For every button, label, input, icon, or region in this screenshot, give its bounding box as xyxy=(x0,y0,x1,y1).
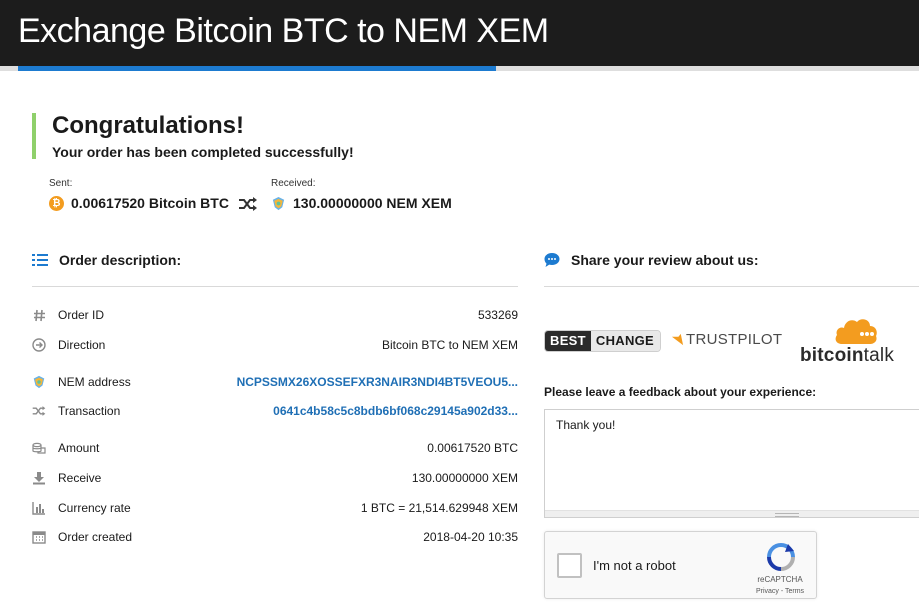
order-row-transaction: Transaction 0641c4b58c5c8bdb6bf068c29145… xyxy=(32,401,518,421)
direction-arrow-icon xyxy=(32,338,46,352)
order-description-title: Order description: xyxy=(59,252,182,268)
receive-value: 130.00000000 XEM xyxy=(411,471,518,485)
order-row-direction: Direction Bitcoin BTC to NEM XEM xyxy=(32,335,518,355)
sent-block: Sent: ₿ 0.00617520 Bitcoin BTC xyxy=(49,178,229,211)
success-subtitle: Your order has been completed successful… xyxy=(52,144,354,160)
recaptcha-privacy-terms-link[interactable]: Privacy - Terms xyxy=(743,588,817,595)
textarea-resize-handle[interactable] xyxy=(545,510,919,517)
order-created-value: 2018-04-20 10:35 xyxy=(423,530,518,544)
header-progress-accent xyxy=(18,66,496,71)
recaptcha-checkbox[interactable] xyxy=(557,553,582,578)
nem-icon xyxy=(271,196,286,211)
sent-label: Sent: xyxy=(49,178,73,189)
order-row-id: Order ID 533269 xyxy=(32,305,518,325)
exchange-arrows-icon xyxy=(239,197,257,211)
bitcointalk-cloud-icon xyxy=(835,319,877,344)
page-title: Exchange Bitcoin BTC to NEM XEM xyxy=(18,12,549,50)
trustpilot-star-icon xyxy=(671,333,684,346)
list-icon xyxy=(32,254,48,266)
sent-value: 0.00617520 Bitcoin BTC xyxy=(71,195,229,211)
review-heading: Share your review about us: xyxy=(544,252,759,268)
received-label: Received: xyxy=(271,178,316,189)
success-message: Congratulations! Your order has been com… xyxy=(32,112,354,160)
recaptcha-label: I'm not a robot xyxy=(593,558,676,573)
recaptcha-brand: reCAPTCHA xyxy=(757,575,803,584)
chat-bubble-icon xyxy=(544,253,560,267)
feedback-textarea[interactable]: Thank you! xyxy=(544,409,919,518)
shuffle-icon xyxy=(32,404,46,418)
order-row-created: Order created 2018-04-20 10:35 xyxy=(32,527,518,547)
order-row-receive: Receive 130.00000000 XEM xyxy=(32,468,518,488)
received-block: Received: 130.00000000 NEM XEM xyxy=(271,178,452,211)
recaptcha-logo-icon xyxy=(767,543,795,571)
calendar-icon xyxy=(32,530,46,544)
currency-rate-value: 1 BTC = 21,514.629948 XEM xyxy=(360,501,518,515)
recaptcha-widget: I'm not a robot reCAPTCHA Privacy - Term… xyxy=(544,531,817,599)
transaction-link[interactable]: 0641c4b58c5c8bdb6bf068c29145a902d33... xyxy=(273,404,518,418)
order-divider xyxy=(32,286,518,287)
coins-icon xyxy=(32,441,46,455)
received-value: 130.00000000 NEM XEM xyxy=(293,195,452,211)
hash-icon xyxy=(32,308,46,322)
trustpilot-logo-link[interactable]: TRUSTPILOT xyxy=(671,331,782,348)
review-title: Share your review about us: xyxy=(571,252,759,268)
bestchange-logo-link[interactable]: BEST CHANGE xyxy=(544,330,662,352)
order-row-amount: Amount 0.00617520 BTC xyxy=(32,438,518,458)
nem-icon xyxy=(32,375,46,389)
bar-chart-icon xyxy=(32,501,46,515)
feedback-label: Please leave a feedback about your exper… xyxy=(544,385,817,399)
nem-address-link[interactable]: NCPSSMX26XOSSEFXR3NAIR3NDI4BT5VEOU5... xyxy=(237,375,518,389)
order-id-value: 533269 xyxy=(477,308,518,322)
download-icon xyxy=(32,471,46,485)
amount-value: 0.00617520 BTC xyxy=(427,441,518,455)
order-description-heading: Order description: xyxy=(32,252,181,268)
page-header: Exchange Bitcoin BTC to NEM XEM xyxy=(0,0,919,66)
order-row-nem-address: NEM address NCPSSMX26XOSSEFXR3NAIR3NDI4B… xyxy=(32,372,518,392)
success-title: Congratulations! xyxy=(52,112,244,139)
direction-value: Bitcoin BTC to NEM XEM xyxy=(381,338,518,352)
review-divider xyxy=(544,286,919,287)
order-row-currency-rate: Currency rate 1 BTC = 21,514.629948 XEM xyxy=(32,498,518,518)
bitcointalk-logo-link[interactable]: bitcointalk xyxy=(798,316,908,368)
bitcoin-icon: ₿ xyxy=(49,195,64,211)
